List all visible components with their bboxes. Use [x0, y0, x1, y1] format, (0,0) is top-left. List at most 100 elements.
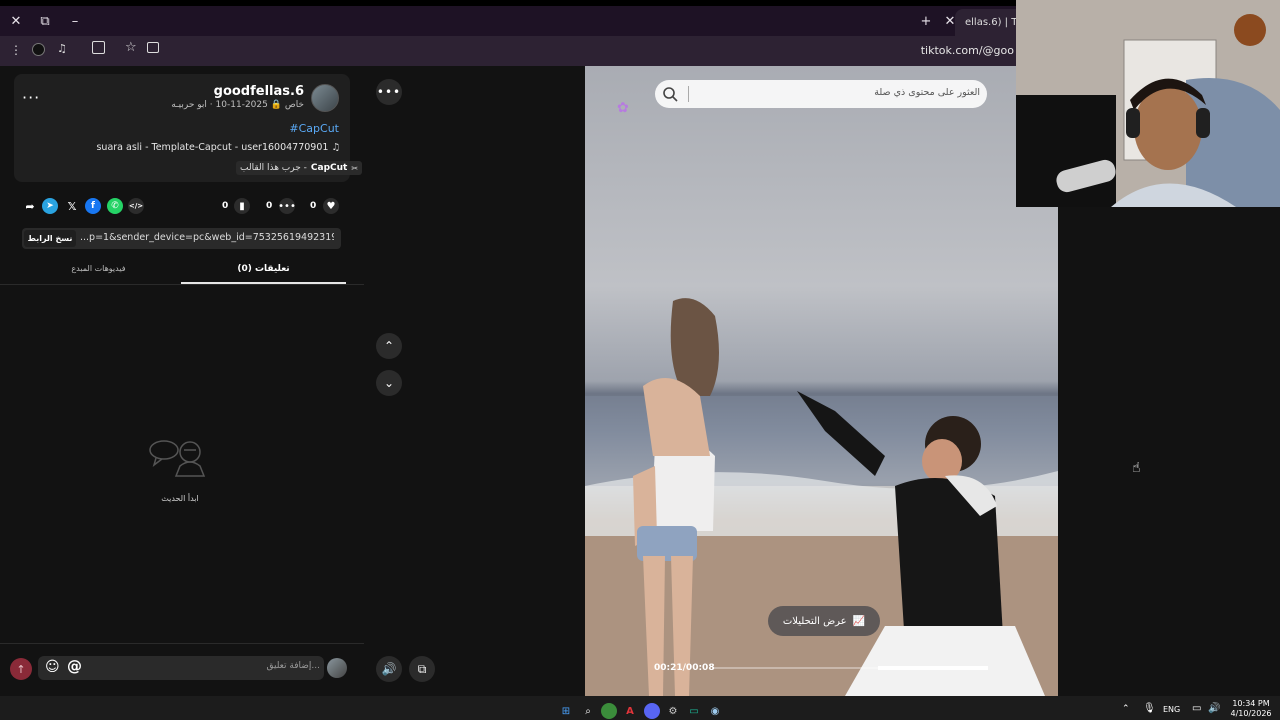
share-arrow-icon[interactable]: ➦: [22, 198, 38, 214]
mention-button[interactable]: @: [67, 657, 82, 675]
clock-date: 4/10/2026: [1230, 709, 1272, 718]
network-icon[interactable]: ▭: [1192, 703, 1201, 714]
chrome-icon[interactable]: [601, 703, 617, 719]
more-dots-icon: •••: [376, 85, 402, 99]
share-link-text[interactable]: ...p=1&sender_device=pc&web_id=753256194…: [80, 232, 334, 243]
menu-dots-icon[interactable]: ⋮: [10, 43, 22, 57]
view-analytics-button[interactable]: عرض التحليلات 📈: [768, 606, 880, 636]
webcam-overlay: [1016, 0, 1280, 207]
sound-name: suara asli - Template-Capcut - user16004…: [96, 142, 329, 153]
empty-comments-text: ابدأ الحديث: [161, 494, 199, 503]
heart-icon[interactable]: ♥: [323, 198, 339, 214]
template-cta: جرب هذا القالب -: [240, 163, 307, 173]
picture-in-picture-icon: ⧉: [417, 661, 427, 676]
more-options-button[interactable]: ···: [22, 88, 40, 107]
author-avatar[interactable]: [311, 84, 339, 112]
chevron-down-icon: ⌄: [383, 376, 395, 390]
settings-icon[interactable]: ⚙: [665, 703, 681, 719]
music-note-icon: ♫: [331, 142, 340, 153]
lock-icon: 🔒: [270, 100, 282, 110]
chart-icon: 📈: [852, 615, 866, 627]
open-in-app-icon[interactable]: [147, 42, 159, 53]
clock-time: 10:34 PM: [1232, 699, 1270, 708]
embed-icon[interactable]: </>: [128, 198, 144, 214]
hashtag-link[interactable]: #CapCut: [200, 122, 339, 135]
tab-creator-videos[interactable]: فيديوهات المبدع: [16, 258, 181, 284]
volume-tray-icon[interactable]: 🔊: [1208, 703, 1220, 714]
next-video-button[interactable]: ⌄: [376, 370, 402, 396]
template-label: CapCut: [310, 163, 348, 173]
windows-start-icon[interactable]: ⊞: [558, 703, 574, 719]
comment-bar-divider: [0, 643, 364, 644]
tray-chevron-icon[interactable]: ⌃: [1122, 704, 1130, 714]
likes-count: 0: [310, 201, 317, 211]
volume-button[interactable]: 🔊: [376, 656, 402, 682]
extensions-icon[interactable]: [92, 41, 105, 54]
video-player[interactable]: [585, 66, 1058, 696]
webcam-frame: [1016, 0, 1280, 207]
sound-link[interactable]: suara asli - Template-Capcut - user16004…: [40, 142, 340, 153]
capcut-template-button[interactable]: جرب هذا القالب - CapCut ✂: [236, 161, 363, 175]
windows-taskbar: [0, 696, 1280, 720]
video-more-button[interactable]: •••: [376, 79, 402, 105]
previous-video-button[interactable]: ⌃: [376, 333, 402, 359]
restore-icon: ⧉: [40, 13, 50, 29]
comment-placeholder: إضافة تعليق...: [266, 661, 320, 671]
language-indicator[interactable]: ENG: [1163, 705, 1180, 714]
whatsapp-icon[interactable]: ✆: [107, 198, 123, 214]
x-icon[interactable]: 𝕏: [64, 198, 80, 214]
emoji-icon[interactable]: ☺: [45, 659, 60, 675]
privacy-label: خاص: [284, 100, 304, 110]
capcut-icon: ✂: [351, 163, 359, 173]
video-timecode: 00:21/00:08: [654, 663, 715, 673]
video-progress-fill: [878, 666, 988, 670]
app-a-icon[interactable]: A: [622, 703, 638, 719]
search-divider: [688, 86, 689, 102]
restore-window-button[interactable]: ⧉: [31, 7, 59, 35]
discord-icon[interactable]: [644, 703, 660, 719]
author-username[interactable]: goodfellas.6: [180, 84, 304, 99]
minimize-window-button[interactable]: –: [61, 7, 89, 35]
search-icon[interactable]: [661, 85, 679, 103]
tabs-divider: [0, 284, 364, 285]
comment-icon[interactable]: •••: [278, 198, 296, 214]
close-icon: ✕: [10, 13, 22, 29]
copy-link-button[interactable]: نسخ الرابط: [24, 230, 76, 247]
tab-title: ellas.6) | Ti: [965, 17, 1016, 28]
comments-count: 0: [266, 201, 273, 211]
facebook-icon[interactable]: f: [85, 198, 101, 214]
taskbar-search-icon[interactable]: ⌕: [580, 703, 596, 719]
browser-tab[interactable]: ellas.6) | Ti: [955, 9, 1016, 36]
tab-comments[interactable]: (0) تعليقات: [181, 258, 346, 284]
analytics-label: عرض التحليلات: [782, 615, 847, 627]
bookmark-icon[interactable]: ▮: [234, 198, 250, 214]
tiktok-extension-icon[interactable]: [32, 43, 45, 56]
user-avatar: [327, 658, 347, 678]
address-bar[interactable]: tiktok.com/@goo: [880, 41, 1016, 61]
close-window-button[interactable]: ✕: [2, 7, 30, 35]
empty-comments-icon: [149, 440, 206, 477]
mouse-cursor: ☝: [1132, 460, 1141, 476]
close-icon: ✕: [944, 13, 956, 29]
steam-icon[interactable]: ◉: [707, 703, 723, 719]
speaker-icon: 🔊: [381, 662, 397, 676]
microphone-icon[interactable]: 🎙: [1143, 703, 1156, 714]
mini-player-button[interactable]: ⧉: [409, 656, 435, 682]
chevron-up-icon: ⌃: [383, 339, 395, 353]
author-display-name: ابو حربيـه: [171, 100, 207, 110]
media-control-icon[interactable]: ♫: [57, 42, 67, 55]
bookmark-star-icon[interactable]: ☆: [125, 40, 137, 55]
related-search-placeholder: العثور على محتوى ذي صلة: [874, 87, 980, 98]
post-meta: خاص 🔒 2025-11-10 · ابو حربيـه: [171, 100, 304, 110]
arrow-up-icon: ↑: [16, 662, 26, 676]
saves-count: 0: [222, 201, 229, 211]
minimize-icon: –: [71, 13, 79, 29]
terminal-icon[interactable]: ▭: [686, 703, 702, 719]
video-frame: [585, 298, 1058, 696]
plus-icon: +: [920, 13, 932, 29]
send-comment-button[interactable]: ↑: [10, 658, 32, 680]
sparkle-icon: ✿: [617, 100, 629, 116]
telegram-icon[interactable]: ➤: [42, 198, 58, 214]
top-strip: [0, 0, 1016, 6]
system-clock[interactable]: 10:34 PM 4/10/2026: [1226, 699, 1276, 719]
